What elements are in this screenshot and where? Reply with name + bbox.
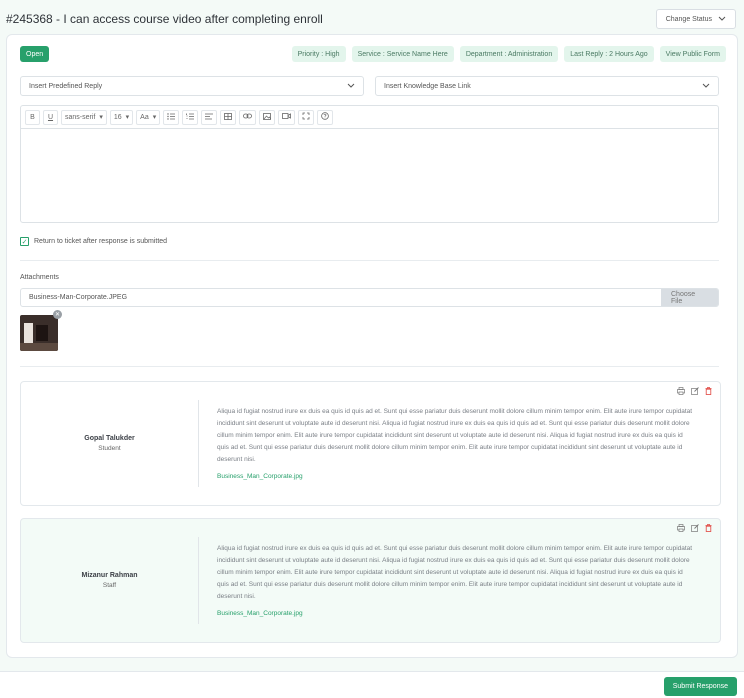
caret-down-icon: ▾: [125, 114, 130, 121]
table-button[interactable]: [220, 109, 237, 125]
attachment-thumbnail[interactable]: [20, 315, 58, 351]
caret-down-icon: ▾: [152, 114, 157, 121]
text-style-icon: Aa: [140, 113, 149, 121]
fullscreen-icon: [302, 112, 310, 122]
author-name: Gopal Talukder: [84, 435, 135, 442]
knowledge-base-label: Insert Knowledge Base Link: [384, 82, 471, 90]
change-status-label: Change Status: [665, 15, 712, 23]
edit-icon[interactable]: [691, 524, 699, 534]
remove-attachment-icon[interactable]: ✕: [53, 310, 62, 319]
predefined-reply-label: Insert Predefined Reply: [29, 82, 103, 90]
bullet-list-button[interactable]: [163, 109, 180, 125]
author-role: Staff: [102, 582, 117, 589]
text-style-button[interactable]: Aa ▾: [136, 109, 161, 125]
font-size-label: 16: [113, 113, 122, 121]
status-badge: Open: [20, 46, 50, 62]
message-attachment-link[interactable]: Business_Man_Corporate.jpg: [217, 610, 303, 617]
ticket-badges: Open Priority : High Service : Service N…: [20, 46, 726, 62]
predefined-reply-select[interactable]: Insert Predefined Reply: [20, 76, 364, 96]
delete-icon[interactable]: [705, 524, 712, 534]
author-role: Student: [98, 445, 121, 452]
view-public-form-link[interactable]: View Public Form: [659, 46, 726, 62]
knowledge-base-select[interactable]: Insert Knowledge Base Link: [375, 76, 719, 96]
fullscreen-button[interactable]: [298, 109, 315, 125]
footer-bar: Submit Response: [0, 671, 744, 698]
service-badge: Service : Service Name Here: [351, 46, 454, 62]
author-name: Mizanur Rahman: [81, 572, 138, 579]
image-icon: [263, 112, 272, 122]
bullet-list-icon: [167, 112, 176, 122]
page-title: #245368 - I can access course video afte…: [6, 12, 323, 26]
vertical-divider: [198, 537, 199, 624]
message-card: Mizanur Rahman Staff Aliqua id fugiat no…: [20, 518, 721, 643]
video-button[interactable]: [278, 109, 296, 125]
numbered-list-button[interactable]: [182, 109, 199, 125]
print-icon[interactable]: [677, 387, 685, 397]
font-family-label: sans-serif: [65, 113, 96, 121]
numbered-list-icon: [186, 113, 195, 122]
chevron-down-icon: [718, 16, 726, 23]
message-actions: [677, 387, 712, 397]
align-button[interactable]: [201, 109, 218, 125]
underline-label: U: [47, 113, 54, 121]
attachments-label: Attachments: [20, 274, 59, 281]
reply-selects: Insert Predefined Reply Insert Knowledge…: [20, 76, 719, 96]
message-attachment-link[interactable]: Business_Man_Corporate.jpg: [217, 473, 303, 480]
delete-icon[interactable]: [705, 387, 712, 397]
ticket-card: Open Priority : High Service : Service N…: [6, 34, 738, 658]
last-reply-badge: Last Reply : 2 Hours Ago: [564, 46, 654, 62]
font-size-select[interactable]: 16 ▾: [109, 109, 134, 125]
return-to-ticket-label: Return to ticket after response is submi…: [34, 238, 168, 245]
file-name: Business-Man-Corporate.JPEG: [29, 294, 128, 301]
return-to-ticket-checkbox[interactable]: ✓ Return to ticket after response is sub…: [20, 237, 167, 246]
underline-button[interactable]: U: [43, 109, 58, 125]
image-button[interactable]: [259, 109, 276, 125]
page-header: #245368 - I can access course video afte…: [6, 8, 736, 30]
change-status-button[interactable]: Change Status: [655, 9, 736, 29]
department-badge: Department : Administration: [459, 46, 559, 62]
help-button[interactable]: [317, 109, 334, 125]
rich-text-editor: B U sans-serif ▾ 16 ▾ Aa ▾: [20, 105, 719, 223]
message-card: Gopal Talukder Student Aliqua id fugiat …: [20, 381, 721, 506]
chevron-down-icon: [347, 83, 355, 90]
divider: [20, 260, 719, 261]
link-icon: [243, 113, 253, 121]
editor-toolbar: B U sans-serif ▾ 16 ▾ Aa ▾: [21, 106, 718, 129]
message-body: Aliqua id fugiat nostrud irure ex duis e…: [217, 408, 693, 463]
edit-icon[interactable]: [691, 387, 699, 397]
help-icon: [321, 112, 330, 122]
print-icon[interactable]: [677, 524, 685, 534]
divider: [20, 366, 719, 367]
table-icon: [224, 112, 233, 122]
link-button[interactable]: [239, 109, 257, 125]
chevron-down-icon: [702, 83, 710, 90]
choose-file-button[interactable]: Choose File: [661, 289, 718, 306]
align-left-icon: [205, 113, 214, 122]
message-author: Mizanur Rahman Staff: [21, 519, 198, 642]
priority-badge: Priority : High: [291, 46, 346, 62]
font-family-select[interactable]: sans-serif ▾: [61, 109, 107, 125]
editor-content-area[interactable]: [21, 129, 718, 223]
bold-button[interactable]: B: [25, 109, 40, 125]
caret-down-icon: ▾: [99, 114, 103, 121]
message-actions: [677, 524, 712, 534]
message-body: Aliqua id fugiat nostrud irure ex duis e…: [217, 545, 693, 600]
video-icon: [282, 113, 292, 121]
check-icon: ✓: [20, 237, 29, 246]
file-input[interactable]: Business-Man-Corporate.JPEG Choose File: [20, 288, 719, 307]
message-author: Gopal Talukder Student: [21, 382, 198, 505]
vertical-divider: [198, 400, 199, 487]
submit-response-button[interactable]: Submit Response: [663, 677, 737, 696]
